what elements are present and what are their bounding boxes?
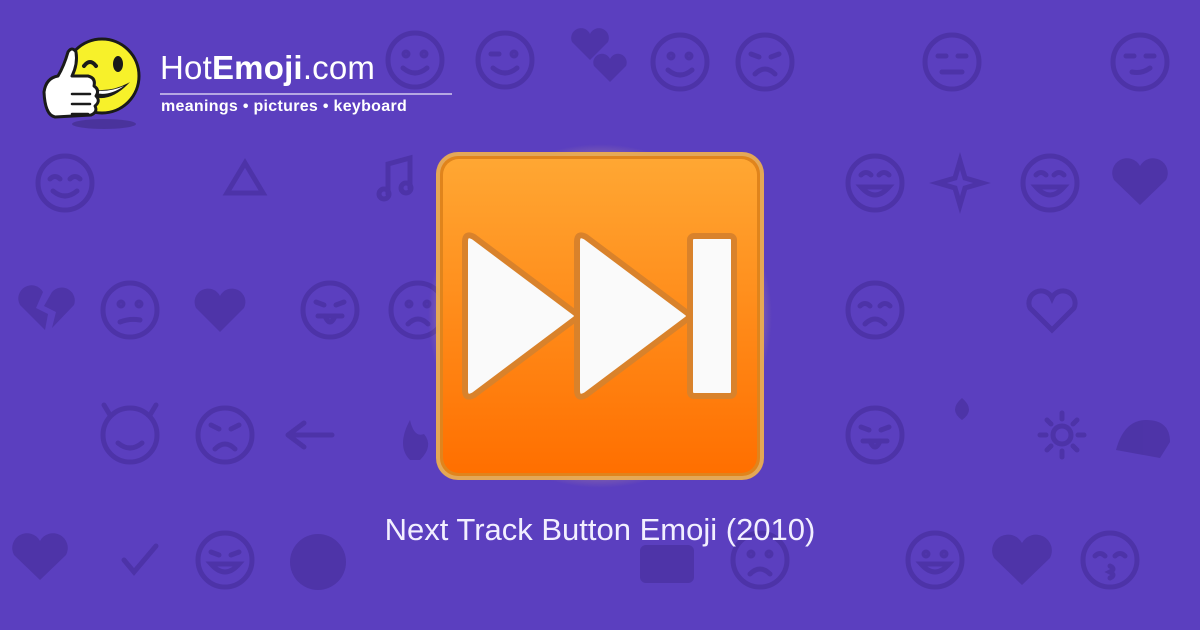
bg-heart-icon xyxy=(194,288,246,332)
bg-arrow-icon xyxy=(285,420,335,450)
site-logo[interactable]: HotEmoji.com meanings • pictures • keybo… xyxy=(36,34,466,134)
bg-weary-icon xyxy=(845,280,905,340)
bg-recycle-icon xyxy=(222,158,268,196)
thumbs-up-wink-mascot-icon xyxy=(42,37,141,129)
bg-tired-icon xyxy=(735,32,795,92)
bg-heart-icon xyxy=(1112,158,1168,205)
bg-smiley-icon xyxy=(650,32,710,92)
bg-smirk-icon xyxy=(1110,32,1170,92)
bg-devil-icon xyxy=(100,402,160,465)
bg-flame-icon xyxy=(403,420,429,460)
emoji-caption: Next Track Button Emoji (2010) xyxy=(384,512,816,547)
bg-sparkles-icon xyxy=(929,152,991,214)
bg-wink-icon xyxy=(475,30,535,90)
next-track-button-icon xyxy=(428,144,772,488)
site-name-suffix: .com xyxy=(302,49,376,86)
bg-music-icon xyxy=(376,154,414,202)
bg-relieved-icon xyxy=(35,153,95,213)
bg-tongue-icon xyxy=(845,405,905,465)
site-tagline: meanings • pictures • keyboard xyxy=(161,98,408,115)
bg-sun-icon xyxy=(1037,410,1087,460)
bg-broken-heart-icon xyxy=(18,285,75,330)
bg-heart-icon xyxy=(1026,288,1078,334)
site-name-regular: Hot xyxy=(160,49,212,86)
bg-grin-icon xyxy=(1020,153,1080,213)
bg-two-hearts-icon xyxy=(571,28,627,82)
bg-confused-icon xyxy=(100,280,160,340)
bg-neutral-icon xyxy=(922,32,982,92)
site-name-bold: Emoji xyxy=(211,49,303,86)
bg-muscle-icon xyxy=(1116,420,1170,458)
bg-tongue-icon xyxy=(300,280,360,340)
bg-rose-icon xyxy=(955,398,969,460)
logo-divider xyxy=(160,93,452,95)
site-name: HotEmoji.com xyxy=(160,48,375,88)
bg-grin-icon xyxy=(845,153,905,213)
bg-angry-icon xyxy=(195,405,255,465)
